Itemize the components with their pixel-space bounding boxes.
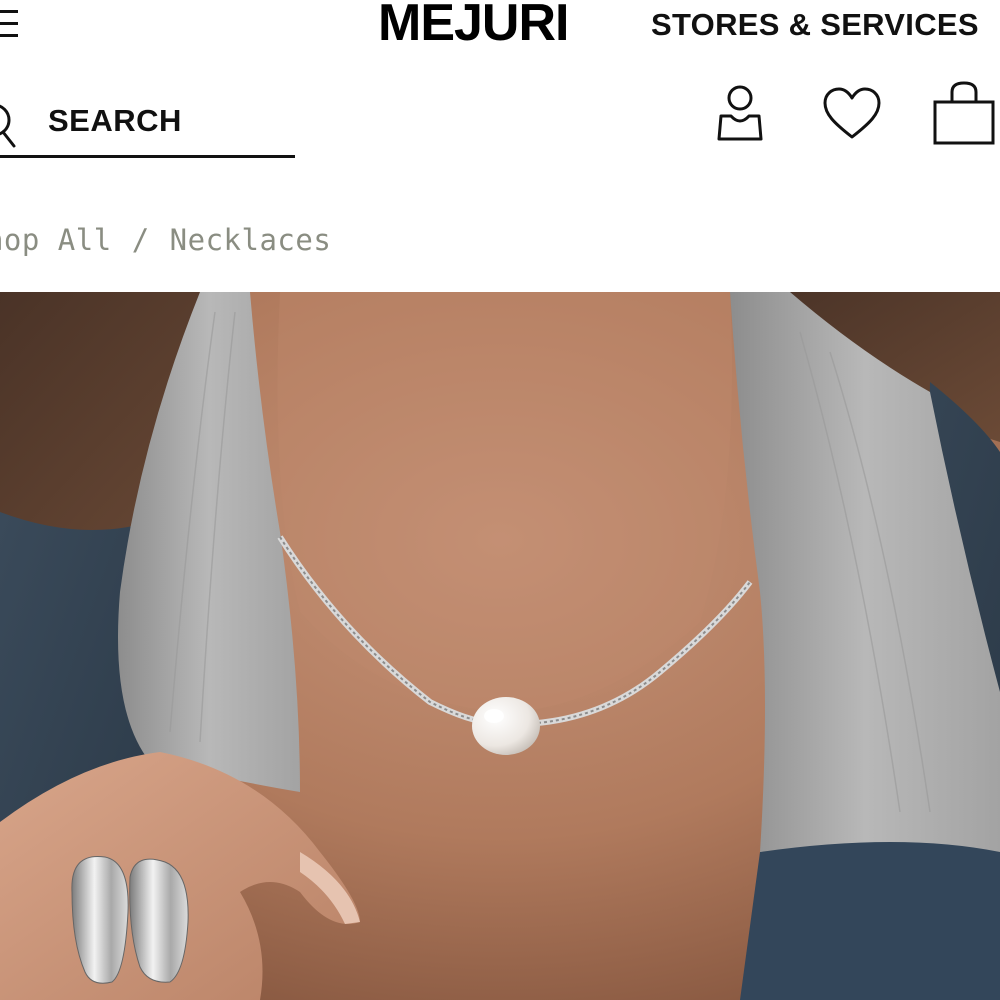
search-field[interactable]: SEARCH — [0, 96, 295, 158]
stores-services-link[interactable]: STORES & SERVICES — [651, 9, 979, 40]
brand-logo[interactable]: MEJURI — [378, 0, 569, 49]
pearl-necklace-photo — [0, 292, 1000, 1000]
product-hero-image[interactable] — [0, 292, 1000, 1000]
account-icon[interactable] — [714, 80, 766, 144]
breadcrumb: Shop All / Necklaces — [0, 226, 331, 255]
breadcrumb-separator: / — [131, 223, 150, 257]
breadcrumb-shop-all[interactable]: Shop All — [0, 223, 112, 257]
search-label: SEARCH — [48, 103, 182, 138]
breadcrumb-necklaces[interactable]: Necklaces — [170, 223, 332, 257]
search-icon — [0, 104, 16, 148]
heart-icon[interactable] — [822, 86, 882, 142]
menu-icon[interactable] — [0, 4, 20, 40]
shopping-bag-icon[interactable] — [930, 80, 998, 146]
